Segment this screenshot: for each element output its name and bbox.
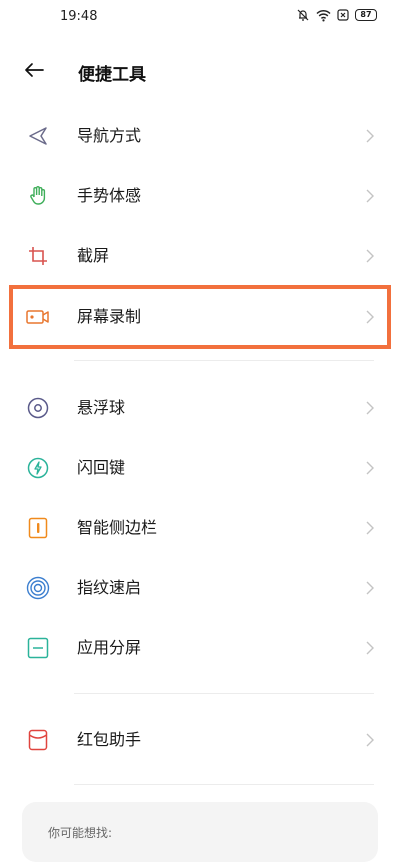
suggestion-title: 你可能想找: xyxy=(48,826,113,840)
suggestion-card: 你可能想找: xyxy=(22,802,378,862)
crop-icon xyxy=(26,244,50,268)
hand-gesture-icon xyxy=(26,184,50,208)
menu-item-split-screen[interactable]: 应用分屏 xyxy=(0,618,403,678)
page-title: 便捷工具 xyxy=(78,65,146,85)
menu-label: 智能侧边栏 xyxy=(77,518,158,537)
back-button[interactable] xyxy=(20,60,48,84)
navigation-icon xyxy=(26,124,50,148)
header: 便捷工具 xyxy=(0,52,403,92)
menu-label: 指纹速启 xyxy=(77,578,142,597)
chevron-right-icon xyxy=(366,189,374,203)
menu-item-navigation[interactable]: 导航方式 xyxy=(0,106,403,166)
highlight-box xyxy=(9,285,391,349)
menu-label: 红包助手 xyxy=(77,730,142,749)
divider xyxy=(74,784,374,785)
chevron-right-icon xyxy=(366,461,374,475)
menu-item-fingerprint-launch[interactable]: 指纹速启 xyxy=(0,558,403,618)
divider xyxy=(74,360,374,361)
wifi-icon xyxy=(316,9,331,22)
chevron-right-icon xyxy=(366,129,374,143)
chevron-right-icon xyxy=(366,249,374,263)
chevron-right-icon xyxy=(366,521,374,535)
menu-label: 应用分屏 xyxy=(77,638,142,657)
mute-bell-icon xyxy=(296,8,310,22)
sim-error-icon xyxy=(337,9,349,21)
status-icons: 87 xyxy=(296,8,377,22)
menu-item-red-envelope[interactable]: 红包助手 xyxy=(0,710,403,770)
menu-item-flashback-key[interactable]: 闪回键 xyxy=(0,438,403,498)
status-time: 19:48 xyxy=(60,9,98,24)
floating-ball-icon xyxy=(26,396,50,420)
split-screen-icon xyxy=(26,636,50,660)
chevron-right-icon xyxy=(366,733,374,747)
menu-item-floating-ball[interactable]: 悬浮球 xyxy=(0,378,403,438)
chevron-right-icon xyxy=(366,581,374,595)
arrow-left-icon xyxy=(24,62,44,82)
status-bar: 19:48 87 xyxy=(0,0,403,36)
menu-item-screenshot[interactable]: 截屏 xyxy=(0,226,403,286)
menu-label: 截屏 xyxy=(77,246,110,265)
divider xyxy=(74,693,374,694)
fingerprint-icon xyxy=(26,576,50,600)
menu-item-gesture[interactable]: 手势体感 xyxy=(0,166,403,226)
menu-label: 手势体感 xyxy=(77,186,142,205)
sidebar-icon xyxy=(26,516,50,540)
menu-label: 闪回键 xyxy=(77,458,126,477)
battery-icon: 87 xyxy=(355,9,377,21)
chevron-right-icon xyxy=(366,641,374,655)
red-envelope-icon xyxy=(26,728,50,752)
menu-label: 导航方式 xyxy=(77,126,142,145)
menu-item-smart-sidebar[interactable]: 智能侧边栏 xyxy=(0,498,403,558)
lightning-icon xyxy=(26,456,50,480)
menu-label: 悬浮球 xyxy=(77,398,126,417)
chevron-right-icon xyxy=(366,401,374,415)
